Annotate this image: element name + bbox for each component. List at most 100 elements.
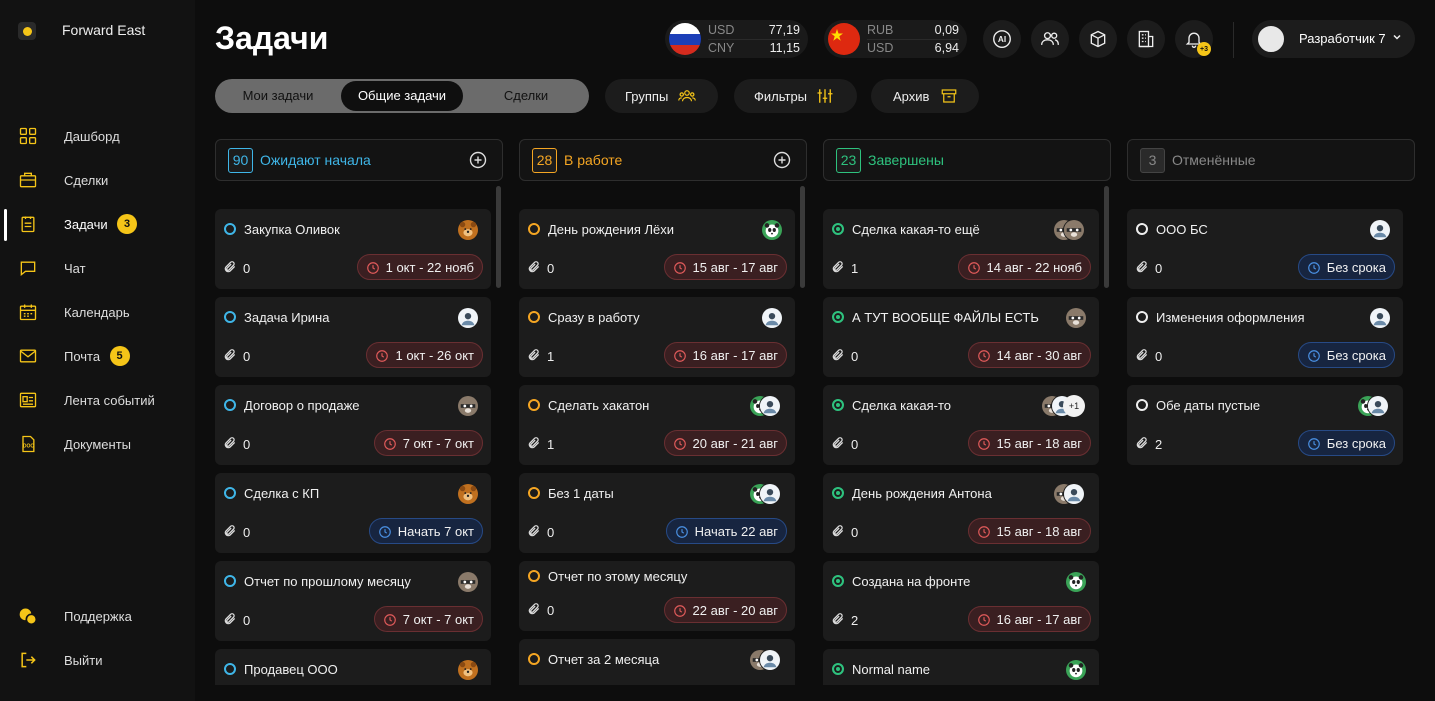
status-circle-icon[interactable] (832, 223, 844, 235)
chat-icon (20, 261, 36, 277)
building-button[interactable] (1127, 20, 1165, 58)
sidebar-item-calendar[interactable]: Календарь (0, 297, 195, 327)
status-circle-icon[interactable] (224, 399, 236, 411)
task-card[interactable]: Сделка какая-то +1 0 15 авг - 18 авг (823, 385, 1099, 465)
ai-icon: AI (993, 30, 1011, 48)
file-count: 0 (1155, 349, 1163, 364)
task-assignees (761, 307, 785, 331)
task-card[interactable]: Сделка какая-то ещё 1 14 авг - 22 нояб (823, 209, 1099, 289)
clock-icon (1307, 262, 1320, 274)
tab-common-tasks[interactable]: Общие задачи (341, 81, 463, 111)
status-circle-icon[interactable] (224, 663, 236, 675)
due-date-text: 1 окт - 26 окт (395, 348, 474, 363)
file-count: 0 (547, 525, 555, 540)
currency-value: 77,19 (768, 23, 800, 37)
groups-button[interactable]: Группы (605, 79, 718, 113)
users-icon (1041, 32, 1059, 45)
status-circle-icon[interactable] (528, 311, 540, 323)
task-card[interactable]: Обе даты пустые 2 Без срока (1127, 385, 1403, 465)
task-card[interactable]: Договор о продаже 0 7 окт - 7 окт (215, 385, 491, 465)
sidebar-item-logout[interactable]: Выйти (0, 645, 195, 675)
status-circle-icon[interactable] (224, 311, 236, 323)
task-assignees (1369, 307, 1393, 331)
task-card[interactable]: Изменения оформления 0 Без срока (1127, 297, 1403, 377)
column-cards-done: Сделка какая-то ещё 1 14 авг - 22 нояб А ТУ… (823, 200, 1105, 685)
column-title: Отменённые (1172, 152, 1256, 168)
status-circle-icon[interactable] (528, 570, 540, 582)
status-circle-icon[interactable] (832, 663, 844, 675)
task-title: Без 1 даты (548, 486, 614, 501)
sidebar-item-doc[interactable]: DOC Документы (0, 429, 195, 459)
task-card[interactable]: День рождения Лёхи 0 15 авг - 17 авг (519, 209, 795, 289)
due-date-text: Начать 7 окт (397, 524, 474, 539)
task-card[interactable]: Создана на фронте 2 16 авг - 17 авг (823, 561, 1099, 641)
status-circle-icon[interactable] (224, 575, 236, 587)
due-date-badge: 16 авг - 17 авг (663, 342, 787, 368)
tab-deals[interactable]: Сделки (463, 79, 589, 113)
archive-label: Архив (893, 89, 930, 104)
currency-code: USD (708, 23, 735, 37)
task-card[interactable]: Без 1 даты 0 Начать 22 авг (519, 473, 795, 553)
task-card[interactable]: А ТУТ ВООБЩЕ ФАЙЛЫ ЕСТЬ 0 14 авг - 30 авг (823, 297, 1099, 377)
status-circle-icon[interactable] (528, 399, 540, 411)
add-task-icon[interactable] (469, 151, 487, 169)
status-circle-icon[interactable] (1136, 311, 1148, 323)
user-name: Разработчик 7 (1299, 31, 1386, 46)
feed-icon (19, 392, 37, 408)
status-circle-icon[interactable] (1136, 399, 1148, 411)
task-assignees (1065, 571, 1089, 595)
task-card[interactable]: Сразу в работу 1 16 авг - 17 авг (519, 297, 795, 377)
task-card[interactable]: Отчет за 2 месяца (519, 639, 795, 685)
status-circle-icon[interactable] (832, 575, 844, 587)
status-circle-icon[interactable] (832, 399, 844, 411)
column-header-waiting: 90 Ожидают начала (215, 139, 503, 181)
status-circle-icon[interactable] (528, 487, 540, 499)
status-circle-icon[interactable] (224, 487, 236, 499)
task-card[interactable]: Закупка Оливок 0 1 окт - 22 нояб (215, 209, 491, 289)
file-count: 0 (851, 525, 859, 540)
sidebar-item-feed[interactable]: Лента событий (0, 385, 195, 415)
status-circle-icon[interactable] (832, 487, 844, 499)
currency-rate-cny: RUB 0,09 USD 6,94 (824, 20, 967, 58)
paperclip-icon (224, 613, 236, 625)
box-button[interactable] (1079, 20, 1117, 58)
filters-button[interactable]: Фильтры (734, 79, 857, 113)
task-card[interactable]: Отчет по этому месяцу 0 22 авг - 20 авг (519, 561, 795, 631)
sidebar-item-briefcase[interactable]: Сделки (0, 165, 195, 195)
task-card[interactable]: Задача Ирина 0 1 окт - 26 окт (215, 297, 491, 377)
header-divider (1233, 22, 1234, 58)
tab-my-tasks[interactable]: Мои задачи (215, 79, 341, 113)
archive-button[interactable]: Архив (871, 79, 979, 113)
status-circle-icon[interactable] (528, 653, 540, 665)
task-card[interactable]: Продавец ООО (215, 649, 491, 685)
column-title: В работе (564, 152, 623, 168)
status-circle-icon[interactable] (832, 311, 844, 323)
status-circle-icon[interactable] (528, 223, 540, 235)
task-card[interactable]: Отчет по прошлому месяцу 0 7 окт - 7 окт (215, 561, 491, 641)
users-button[interactable] (1031, 20, 1069, 58)
sidebar-item-mail[interactable]: Почта 5 (0, 341, 195, 371)
user-menu[interactable]: Разработчик 7 (1252, 20, 1415, 58)
status-circle-icon[interactable] (1136, 223, 1148, 235)
status-circle-icon[interactable] (224, 223, 236, 235)
notifications-button[interactable]: +3 (1175, 20, 1213, 58)
column-count: 90 (228, 148, 253, 173)
task-card[interactable]: День рождения Антона 0 15 авг - 18 авг (823, 473, 1099, 553)
task-card[interactable]: Normal name (823, 649, 1099, 685)
archive-icon (941, 89, 957, 103)
task-title: ООО БС (1156, 222, 1208, 237)
sidebar-item-support[interactable]: Поддержка (0, 601, 195, 631)
avatar (457, 659, 479, 681)
task-card[interactable]: Сделка с КП 0 Начать 7 окт (215, 473, 491, 553)
sidebar-item-chat[interactable]: Чат (0, 253, 195, 283)
task-title: Сделать хакатон (548, 398, 650, 413)
task-card[interactable]: Сделать хакатон 1 20 авг - 21 авг (519, 385, 795, 465)
task-title: Сразу в работу (548, 310, 640, 325)
sidebar-item-label: Документы (64, 436, 132, 452)
add-task-icon[interactable] (773, 151, 791, 169)
sidebar-item-dashboard[interactable]: Дашборд (0, 121, 195, 151)
ai-button[interactable]: AI (983, 20, 1021, 58)
sidebar-item-tasks[interactable]: Задачи 3 (0, 209, 195, 241)
task-card[interactable]: ООО БС 0 Без срока (1127, 209, 1403, 289)
task-title: Задача Ирина (244, 310, 330, 325)
